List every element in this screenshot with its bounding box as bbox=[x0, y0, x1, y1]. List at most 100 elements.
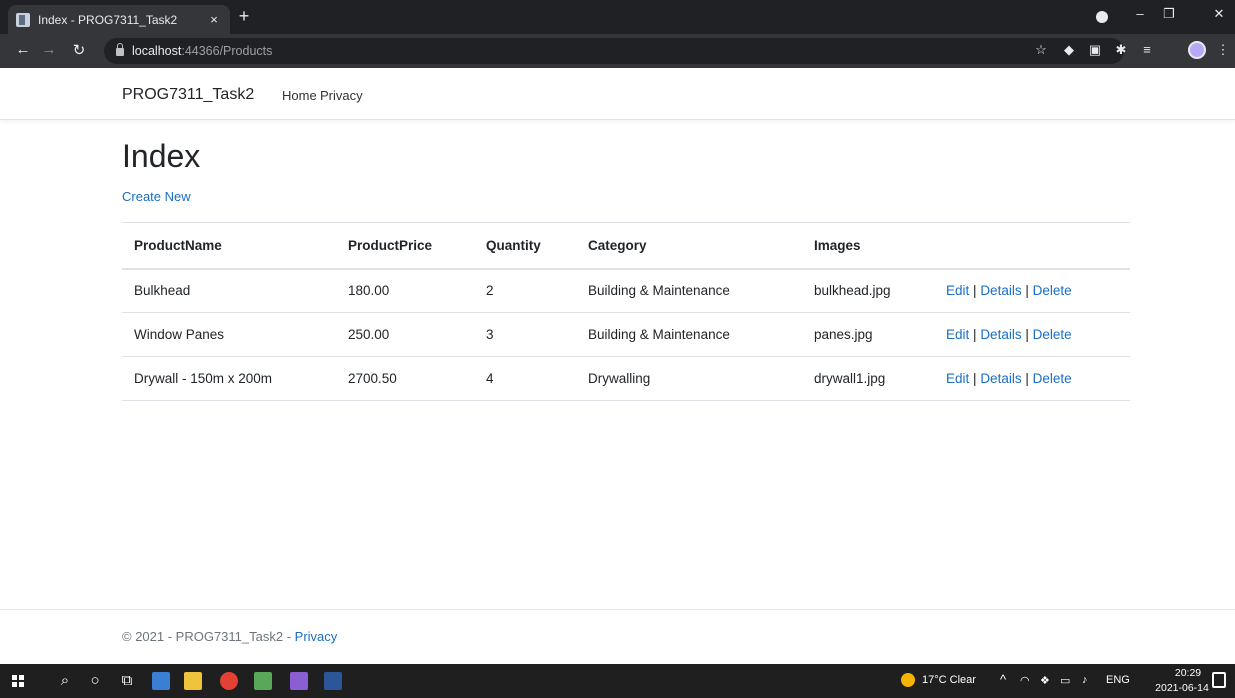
page-footer: © 2021 - PROG7311_Task2 - Privacy bbox=[0, 609, 1235, 664]
table-row: Window Panes 250.00 3 Building & Mainten… bbox=[122, 312, 1130, 357]
image-cell: drywall1.jpg bbox=[802, 356, 934, 401]
chrome-icon[interactable] bbox=[220, 672, 238, 690]
category-cell: Building & Maintenance bbox=[576, 312, 802, 357]
task-view-icon[interactable]: ⧉ bbox=[116, 670, 138, 692]
delete-link[interactable]: Delete bbox=[1033, 371, 1072, 386]
clock-time[interactable]: 20:29 bbox=[1168, 667, 1208, 679]
browser-tab-bar: Index - PROG7311_Task2 × + – ❐ ✕ bbox=[0, 0, 1235, 34]
footer-privacy-link[interactable]: Privacy bbox=[295, 629, 338, 644]
url-path: :44366/Products bbox=[181, 44, 273, 58]
separator: | bbox=[973, 327, 977, 342]
copyright-text: © 2021 - PROG7311_Task2 - bbox=[122, 629, 295, 644]
minimize-icon[interactable]: – bbox=[1129, 6, 1151, 21]
footer-text: © 2021 - PROG7311_Task2 - Privacy bbox=[122, 629, 337, 644]
menu-kebab-icon[interactable]: ⋮ bbox=[1214, 42, 1232, 58]
browser-toolbar: ← → ↻ localhost:44366/Products ☆ ◆ ▣ ✱ ≡… bbox=[0, 34, 1235, 68]
battery-icon[interactable]: ▭ bbox=[1060, 674, 1070, 687]
column-header: Category bbox=[576, 222, 802, 270]
pocket-icon[interactable]: ▣ bbox=[1086, 42, 1104, 58]
category-cell: Drywalling bbox=[576, 356, 802, 401]
product-name-cell: Window Panes bbox=[122, 312, 336, 357]
address-bar[interactable]: localhost:44366/Products bbox=[104, 38, 1124, 64]
details-link[interactable]: Details bbox=[980, 283, 1021, 298]
image-cell: panes.jpg bbox=[802, 312, 934, 357]
actions-cell: Edit | Details | Delete bbox=[934, 268, 1130, 313]
windows-start-icon[interactable] bbox=[12, 675, 24, 687]
delete-link[interactable]: Delete bbox=[1033, 327, 1072, 342]
search-icon[interactable]: ⌕ bbox=[54, 670, 76, 692]
actions-cell: Edit | Details | Delete bbox=[934, 356, 1130, 401]
reload-icon[interactable]: ↻ bbox=[68, 41, 90, 59]
product-name-cell: Bulkhead bbox=[122, 268, 336, 313]
windows-taskbar: ⌕ ○ ⧉ 17°C Clear ^ ◠ ❖ ▭ ♪ ENG 20:29 202… bbox=[0, 664, 1235, 698]
site-navbar: PROG7311_Task2 Home Privacy bbox=[0, 68, 1235, 120]
page-favicon-icon bbox=[16, 12, 30, 27]
new-tab-button[interactable]: + bbox=[232, 6, 256, 27]
edit-link[interactable]: Edit bbox=[946, 283, 969, 298]
volume-icon[interactable]: ♪ bbox=[1082, 674, 1088, 686]
page-title: Index bbox=[122, 138, 201, 174]
delete-link[interactable]: Delete bbox=[1033, 283, 1072, 298]
separator: | bbox=[973, 371, 977, 386]
edit-link[interactable]: Edit bbox=[946, 327, 969, 342]
extensions-puzzle-icon[interactable]: ✱ bbox=[1112, 42, 1130, 58]
separator: | bbox=[973, 283, 977, 299]
nav-link-privacy[interactable]: Privacy bbox=[320, 88, 363, 103]
product-price-cell: 180.00 bbox=[336, 268, 474, 313]
visual-studio-icon[interactable] bbox=[290, 672, 308, 690]
restore-icon[interactable]: ❐ bbox=[1158, 6, 1180, 22]
column-header: ProductPrice bbox=[336, 222, 474, 270]
quantity-cell: 4 bbox=[474, 356, 576, 401]
create-new-link[interactable]: Create New bbox=[122, 189, 191, 204]
cortana-icon[interactable]: ○ bbox=[84, 670, 106, 692]
column-header: Quantity bbox=[474, 222, 576, 270]
clock-date[interactable]: 2021-06-14 bbox=[1152, 682, 1212, 694]
word-icon[interactable] bbox=[324, 672, 342, 690]
snipping-tool-icon[interactable] bbox=[254, 672, 272, 690]
product-price-cell: 2700.50 bbox=[336, 356, 474, 401]
reading-list-icon[interactable]: ≡ bbox=[1138, 42, 1156, 57]
table-row: Drywall - 150m x 200m 2700.50 4 Drywalli… bbox=[122, 356, 1130, 401]
network-icon[interactable]: ◠ bbox=[1020, 674, 1030, 687]
browser-tab[interactable]: Index - PROG7311_Task2 × bbox=[8, 5, 230, 34]
chevron-up-icon[interactable]: ^ bbox=[1000, 672, 1006, 687]
extension-cube-icon[interactable]: ◆ bbox=[1060, 42, 1078, 58]
image-cell: bulkhead.jpg bbox=[802, 268, 934, 313]
column-header: Images bbox=[802, 222, 934, 270]
table-row: Bulkhead 180.00 2 Building & Maintenance… bbox=[122, 268, 1130, 313]
product-name-cell: Drywall - 150m x 200m bbox=[122, 356, 336, 401]
edit-link[interactable]: Edit bbox=[946, 371, 969, 386]
table-header-row: ProductName ProductPrice Quantity Catego… bbox=[122, 222, 1130, 270]
details-link[interactable]: Details bbox=[980, 327, 1021, 342]
dropbox-icon[interactable]: ❖ bbox=[1040, 674, 1050, 687]
category-cell: Building & Maintenance bbox=[576, 268, 802, 313]
notification-icon[interactable] bbox=[1212, 672, 1226, 688]
back-arrow-icon[interactable]: ← bbox=[12, 41, 34, 58]
actions-cell: Edit | Details | Delete bbox=[934, 312, 1130, 357]
separator: | bbox=[1025, 371, 1029, 386]
store-icon[interactable] bbox=[152, 672, 170, 690]
file-explorer-icon[interactable] bbox=[184, 672, 202, 690]
url-host: localhost bbox=[132, 44, 182, 58]
quantity-cell: 3 bbox=[474, 312, 576, 357]
profile-avatar[interactable] bbox=[1188, 41, 1206, 59]
language-indicator[interactable]: ENG bbox=[1106, 674, 1130, 686]
brand-link[interactable]: PROG7311_Task2 bbox=[122, 86, 254, 104]
lock-icon bbox=[116, 43, 124, 56]
products-table: ProductName ProductPrice Quantity Catego… bbox=[122, 222, 1130, 401]
separator: | bbox=[1025, 327, 1029, 342]
details-link[interactable]: Details bbox=[980, 371, 1021, 386]
tab-close-icon[interactable]: × bbox=[206, 12, 222, 27]
profile-circle-icon[interactable] bbox=[1096, 11, 1108, 23]
bookmark-star-icon[interactable]: ☆ bbox=[1032, 42, 1050, 58]
nav-link-home[interactable]: Home bbox=[282, 88, 317, 103]
weather-text[interactable]: 17°C Clear bbox=[922, 674, 976, 686]
weather-moon-icon[interactable] bbox=[901, 673, 915, 687]
close-window-icon[interactable]: ✕ bbox=[1208, 6, 1230, 22]
quantity-cell: 2 bbox=[474, 268, 576, 313]
column-header: ProductName bbox=[122, 222, 336, 270]
forward-arrow-icon[interactable]: → bbox=[38, 41, 60, 58]
product-price-cell: 250.00 bbox=[336, 312, 474, 357]
tab-title: Index - PROG7311_Task2 bbox=[38, 12, 178, 27]
separator: | bbox=[1025, 283, 1029, 299]
